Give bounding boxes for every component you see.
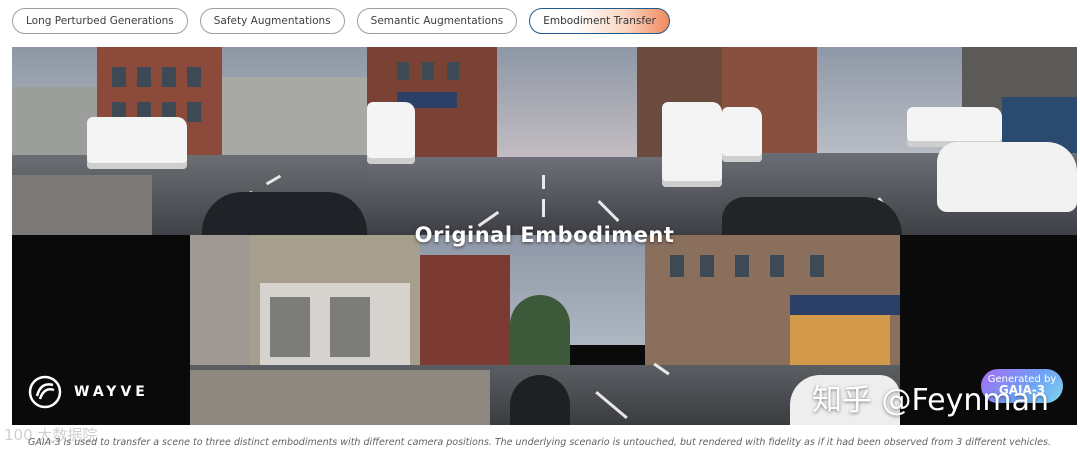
tab-long-perturbed-generations[interactable]: Long Perturbed Generations: [12, 8, 188, 34]
video-caption: GAIA-3 is used to transfer a scene to th…: [28, 437, 1051, 448]
video-player[interactable]: Original Embodiment WAYVE Generated by G…: [12, 47, 1077, 425]
tab-safety-augmentations[interactable]: Safety Augmentations: [199, 8, 345, 34]
overlay-title: Original Embodiment: [414, 223, 675, 247]
camera-view-original: [190, 235, 900, 425]
camera-view-2: [367, 47, 722, 235]
tab-embodiment-transfer[interactable]: Embodiment Transfer: [529, 8, 670, 34]
wayve-emblem-icon: [28, 375, 62, 409]
camera-view-3: [722, 47, 1077, 235]
watermark: 知乎 @Feynman: [812, 383, 1049, 418]
brand-name: WAYVE: [74, 384, 149, 400]
tab-semantic-augmentations[interactable]: Semantic Augmentations: [356, 8, 518, 34]
wayve-logo: WAYVE: [28, 375, 149, 409]
tab-bar: Long Perturbed Generations Safety Augmen…: [12, 8, 670, 34]
camera-view-1: [12, 47, 367, 235]
